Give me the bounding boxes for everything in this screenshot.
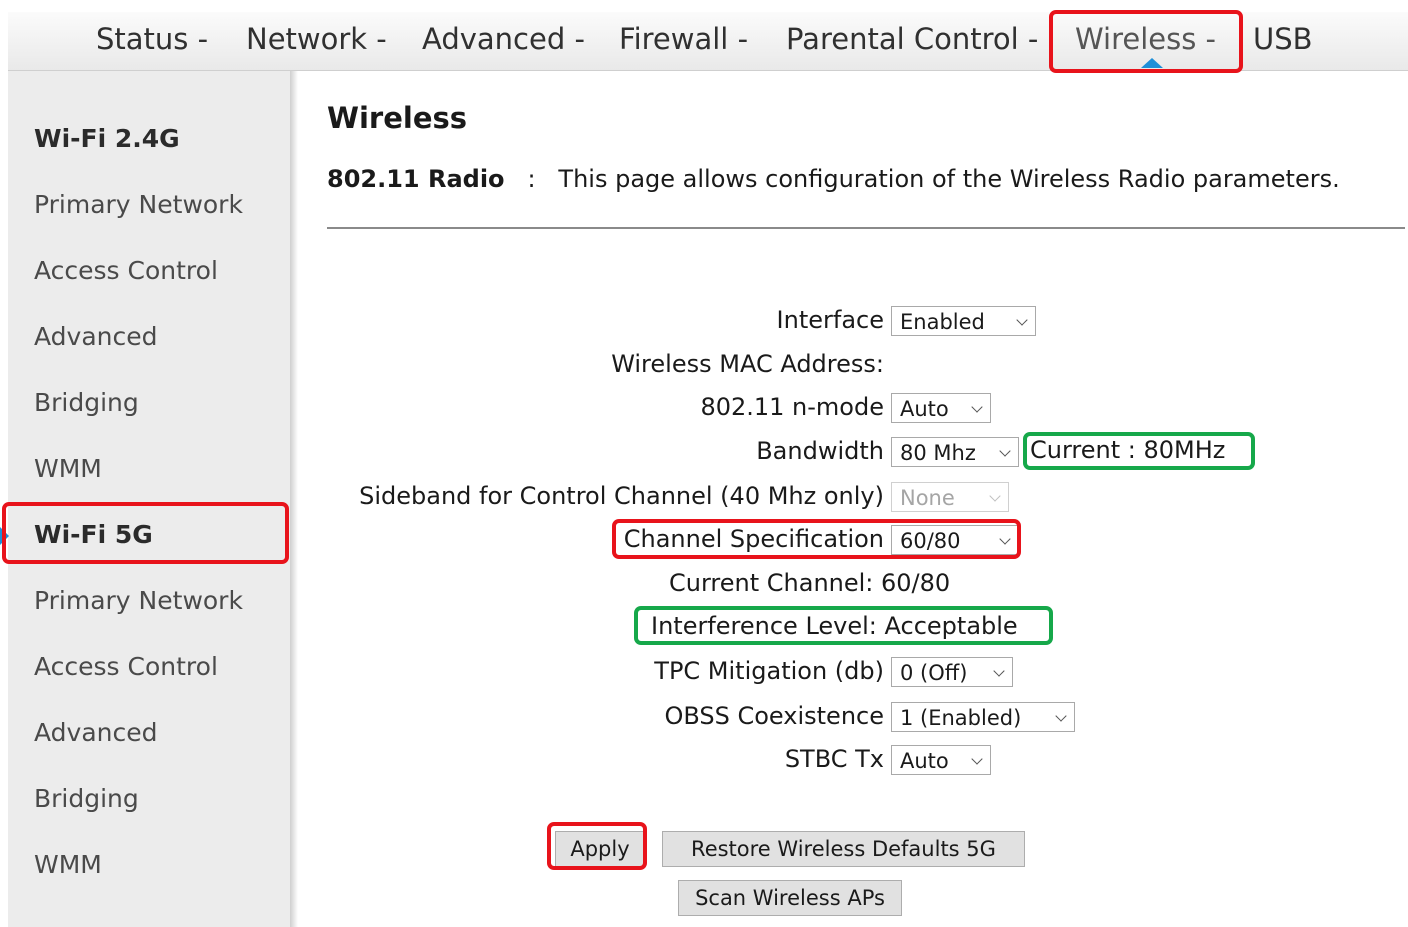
tpc-mitigation-select[interactable]: 0 (Off)	[891, 657, 1013, 687]
page-title: Wireless	[327, 101, 468, 135]
chevron-down-icon	[971, 401, 983, 413]
current-bandwidth: Current : 80MHz	[1030, 436, 1226, 464]
interface-label: Interface	[776, 306, 884, 334]
sidebar-item-24g-advanced[interactable]: Advanced	[34, 322, 158, 351]
bandwidth-value: 80 Mhz	[900, 441, 976, 465]
nav-parental-control[interactable]: Parental Control -	[786, 22, 1038, 56]
sidebar-item-5g-access-control[interactable]: Access Control	[34, 652, 218, 681]
scan-wireless-aps-button[interactable]: Scan Wireless APs	[678, 880, 902, 916]
top-navigation-bar: Status - Network - Advanced - Firewall -…	[8, 12, 1408, 71]
nav-advanced[interactable]: Advanced -	[422, 22, 585, 56]
current-channel: Current Channel: 60/80	[669, 569, 951, 597]
tpc-mitigation-label: TPC Mitigation (db)	[654, 657, 884, 685]
restore-wireless-defaults-button[interactable]: Restore Wireless Defaults 5G	[662, 831, 1025, 867]
sideband-select: None	[891, 482, 1009, 512]
channel-specification-select[interactable]: 60/80	[891, 525, 1019, 555]
bandwidth-select[interactable]: 80 Mhz	[891, 437, 1019, 467]
n-mode-select[interactable]: Auto	[891, 393, 991, 423]
sidebar-header-wifi-5g[interactable]: Wi-Fi 5G	[34, 520, 153, 549]
active-item-arrow-icon	[0, 527, 9, 545]
obss-coexistence-select[interactable]: 1 (Enabled)	[891, 702, 1075, 732]
nav-status[interactable]: Status -	[96, 22, 208, 56]
stbc-tx-label: STBC Tx	[784, 745, 884, 773]
chevron-down-icon	[1016, 314, 1028, 326]
page-description: 802.11 Radio : This page allows configur…	[327, 165, 1340, 193]
sidebar-item-24g-wmm[interactable]: WMM	[34, 454, 102, 483]
obss-coexistence-value: 1 (Enabled)	[900, 706, 1022, 730]
interface-value: Enabled	[900, 310, 985, 334]
nav-wireless[interactable]: Wireless -	[1075, 22, 1216, 56]
nav-network[interactable]: Network -	[246, 22, 387, 56]
sidebar-item-5g-advanced[interactable]: Advanced	[34, 718, 158, 747]
description-separator: :	[527, 165, 536, 193]
sidebar-item-5g-bridging[interactable]: Bridging	[34, 784, 139, 813]
chevron-down-icon	[999, 533, 1011, 545]
sidebar-item-5g-wmm[interactable]: WMM	[34, 850, 102, 879]
channel-specification-value: 60/80	[900, 529, 961, 553]
divider	[327, 227, 1405, 229]
bandwidth-label: Bandwidth	[756, 437, 884, 465]
sideband-value: None	[900, 486, 955, 510]
sidebar-item-24g-access-control[interactable]: Access Control	[34, 256, 218, 285]
interface-select[interactable]: Enabled	[891, 306, 1036, 336]
tpc-mitigation-value: 0 (Off)	[900, 661, 968, 685]
chevron-down-icon	[989, 490, 1001, 502]
sideband-label: Sideband for Control Channel (40 Mhz onl…	[359, 482, 884, 510]
sidebar-shadow	[290, 71, 298, 927]
active-nav-caret-icon	[1141, 58, 1163, 68]
n-mode-value: Auto	[900, 397, 949, 421]
interference-level: Interference Level: Acceptable	[651, 612, 1018, 640]
chevron-down-icon	[993, 665, 1005, 677]
channel-specification-label: Channel Specification	[623, 525, 884, 553]
apply-button[interactable]: Apply	[555, 831, 645, 867]
stbc-tx-select[interactable]: Auto	[891, 745, 991, 775]
description-label: 802.11 Radio	[327, 165, 505, 193]
chevron-down-icon	[999, 445, 1011, 457]
n-mode-label: 802.11 n-mode	[700, 393, 884, 421]
nav-usb[interactable]: USB	[1253, 22, 1313, 56]
sidebar-header-wifi-24g[interactable]: Wi-Fi 2.4G	[34, 124, 180, 153]
sidebar-item-24g-primary-network[interactable]: Primary Network	[34, 190, 243, 219]
wireless-mac-address-label: Wireless MAC Address:	[611, 350, 884, 378]
chevron-down-icon	[971, 753, 983, 765]
description-text: This page allows configuration of the Wi…	[558, 165, 1340, 193]
obss-coexistence-label: OBSS Coexistence	[664, 702, 884, 730]
sidebar: Wi-Fi 2.4G Primary Network Access Contro…	[8, 71, 290, 927]
sidebar-item-24g-bridging[interactable]: Bridging	[34, 388, 139, 417]
nav-firewall[interactable]: Firewall -	[619, 22, 748, 56]
chevron-down-icon	[1055, 710, 1067, 722]
stbc-tx-value: Auto	[900, 749, 949, 773]
sidebar-item-5g-primary-network[interactable]: Primary Network	[34, 586, 243, 615]
